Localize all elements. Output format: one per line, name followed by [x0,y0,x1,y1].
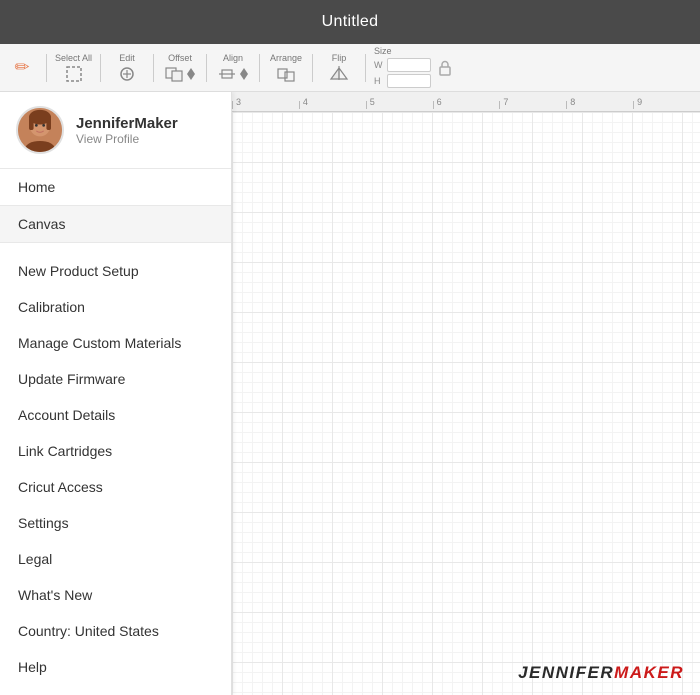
nav-spacer [0,243,231,253]
sidebar-item-link-cartridges[interactable]: Link Cartridges [0,433,231,469]
ruler-number: 7 [503,97,508,107]
sidebar-item-whats-new[interactable]: What's New [0,577,231,613]
ruler-number: 5 [370,97,375,107]
sidebar-item-country[interactable]: Country: United States [0,613,231,649]
sidebar-item-manage-custom-materials[interactable]: Manage Custom Materials [0,325,231,361]
sidebar-item-help[interactable]: Help [0,649,231,685]
edit-label: Edit [119,53,135,63]
branding-jennifer: JENNIFER [518,663,614,683]
size-label: Size [374,46,392,56]
toolbar-separator-6 [312,54,313,82]
ruler-number: 9 [637,97,642,107]
edit-icon [118,65,136,83]
ruler-tick [366,101,367,109]
toolbar: ✏ Select All Edit Offset [0,44,700,92]
sidebar-item-new-product-setup[interactable]: New Product Setup [0,253,231,289]
user-name: JenniferMaker [76,115,178,132]
sidebar-item-sign-out[interactable]: Sign Out [0,685,231,695]
avatar [16,106,64,154]
ruler-tick [433,101,434,109]
height-input[interactable] [387,74,431,88]
edit-group[interactable]: Edit [109,53,145,83]
sidebar-item-legal[interactable]: Legal [0,541,231,577]
align-icon [217,65,249,83]
lock-icon[interactable] [435,58,455,78]
toolbar-separator-2 [100,54,101,82]
ruler-tick [633,101,634,109]
flip-icon [328,65,350,83]
toolbar-separator-5 [259,54,260,82]
align-label: Align [223,53,243,63]
ruler-number: 3 [236,97,241,107]
offset-group[interactable]: Offset [162,53,198,83]
arrange-group[interactable]: Arrange [268,53,304,83]
toolbar-separator-7 [365,54,366,82]
ruler-tick [299,101,300,109]
ruler-tick [499,101,500,109]
select-all-label: Select All [55,53,92,63]
align-group[interactable]: Align [215,53,251,83]
main-area: JenniferMaker View Profile Home Canvas N… [0,92,700,695]
branding-maker: MAKER [614,663,684,683]
grid-canvas[interactable]: JENNIFER MAKER [232,112,700,695]
sidebar: JenniferMaker View Profile Home Canvas N… [0,92,232,695]
flip-group[interactable]: Flip [321,53,357,83]
nav-section: Home Canvas New Product Setup Calibratio… [0,169,231,695]
select-all-icon [65,65,83,83]
ruler-tick [232,101,233,109]
arrange-icon [276,65,296,83]
size-group: Size W H [374,46,431,90]
height-label: H [374,76,384,86]
document-title: Untitled [322,13,379,31]
arrange-label: Arrange [270,53,302,63]
flip-label: Flip [332,53,347,63]
view-profile-link[interactable]: View Profile [76,132,178,146]
ruler-tick [566,101,567,109]
offset-icon [164,65,196,83]
toolbar-separator-4 [206,54,207,82]
sidebar-item-canvas[interactable]: Canvas [0,206,231,243]
ruler-number: 8 [570,97,575,107]
sidebar-item-cricut-access[interactable]: Cricut Access [0,469,231,505]
width-label: W [374,60,384,70]
sidebar-item-account-details[interactable]: Account Details [0,397,231,433]
ruler-number: 4 [303,97,308,107]
ruler: 3 4 5 6 7 8 9 [232,92,700,112]
sidebar-item-calibration[interactable]: Calibration [0,289,231,325]
width-input[interactable] [387,58,431,72]
sidebar-item-update-firmware[interactable]: Update Firmware [0,361,231,397]
ruler-marks: 3 4 5 6 7 8 9 [232,92,700,109]
user-info: JenniferMaker View Profile [76,115,178,146]
canvas-area: 3 4 5 6 7 8 9 JENNIFER MAKER [232,92,700,695]
toolbar-separator-3 [153,54,154,82]
toolbar-separator-1 [46,54,47,82]
top-header: Untitled [0,0,700,44]
select-all-group[interactable]: Select All [55,53,92,83]
offset-label: Offset [168,53,192,63]
pencil-icon[interactable]: ✏ [8,54,36,82]
branding: JENNIFER MAKER [518,663,684,683]
sidebar-item-settings[interactable]: Settings [0,505,231,541]
sidebar-item-home[interactable]: Home [0,169,231,206]
user-profile: JenniferMaker View Profile [0,92,231,169]
ruler-number: 6 [437,97,442,107]
